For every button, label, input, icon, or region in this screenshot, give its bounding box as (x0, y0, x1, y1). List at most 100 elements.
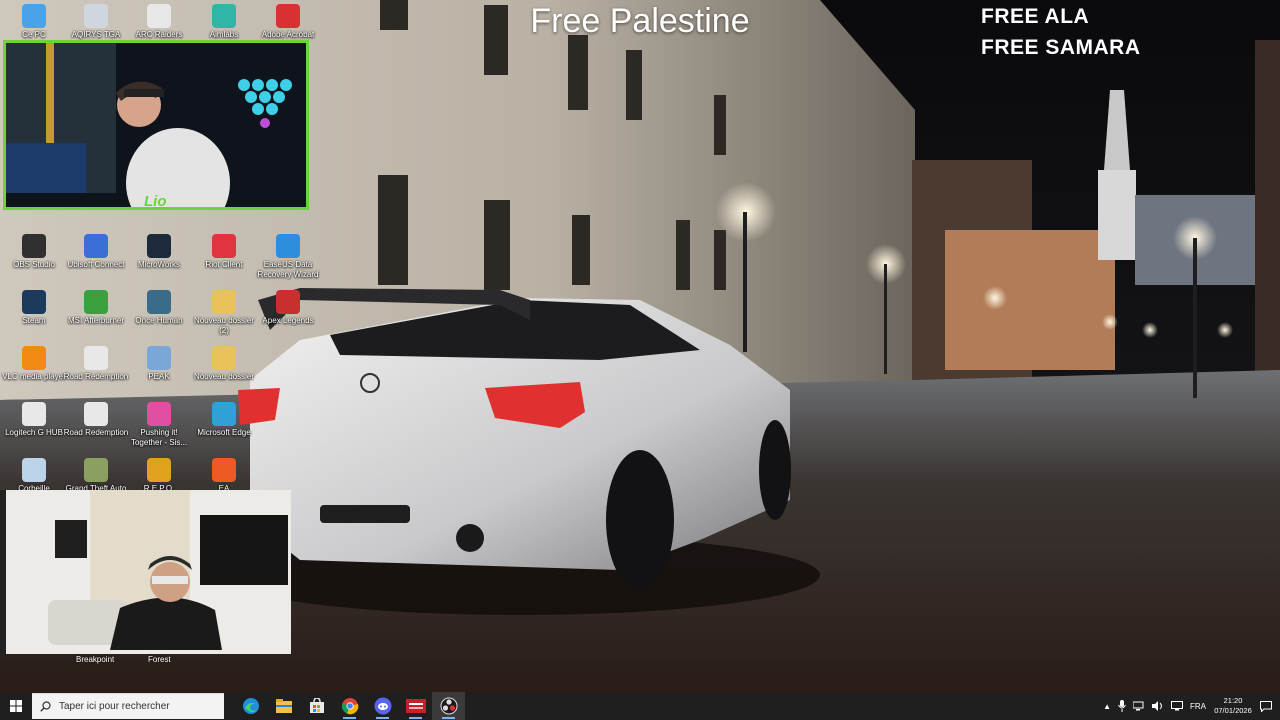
ubisoft-icon (84, 234, 108, 258)
desktop-icon-label: Road Redemption (63, 372, 129, 381)
edge-icon (242, 698, 259, 714)
desktop-icon-label: Ubisoft Connect (67, 260, 125, 269)
desktop-icon-label: Microsoft Edge (197, 428, 251, 437)
peak-icon (147, 346, 171, 370)
desktop-icon-label: Nouveau dossier (193, 372, 255, 381)
desktop-icon[interactable]: Nouveau dossier (2) (190, 290, 258, 336)
overlay-title: Free Palestine (530, 2, 750, 40)
start-button[interactable] (0, 692, 32, 720)
search-icon (40, 701, 51, 712)
desktop-icon[interactable]: Pushing it! Together - Sis... (125, 402, 193, 448)
desktop-icon-label: Adobe Acrobat (261, 30, 315, 39)
obs-icon (440, 697, 457, 715)
folder-icon (212, 346, 236, 370)
taskbar-file-explorer[interactable] (267, 692, 300, 720)
desktop-icon[interactable]: Logitech G HUB (0, 402, 68, 438)
desktop-icon[interactable]: Aimlabs (190, 4, 258, 40)
desktop-icon[interactable]: MSI Afterburner (62, 290, 130, 326)
desktop-icon[interactable]: PEAK (125, 346, 193, 382)
desktop-icon[interactable]: Once Human (125, 290, 193, 326)
apex-icon (276, 290, 300, 314)
desktop-icon-label: Riot Client (205, 260, 243, 269)
desktop-icon-label: ARC Raiders (135, 30, 183, 39)
webcam-bottom: Breakpoint (0, 490, 291, 654)
active-indicator (376, 717, 389, 719)
desktop-icon[interactable]: Nouveau dossier (190, 346, 258, 382)
desktop-icon[interactable]: EA (190, 458, 258, 494)
desktop-icon[interactable]: Microsoft Edge (190, 402, 258, 438)
desktop-icon-label: MSI Afterburner (67, 316, 125, 325)
overlay-free-line-1: FREE ALA (981, 5, 1090, 28)
language-indicator[interactable]: FRA (1190, 702, 1206, 711)
network-icon[interactable] (1133, 701, 1145, 711)
recycle-bin-icon (22, 458, 46, 482)
desktop-icon-label: VLC media player (2, 372, 66, 381)
system-tray: ▲ FRA 21:20 07/01/2026 (1103, 692, 1280, 720)
desktop-icon[interactable]: OBS Studio (0, 234, 68, 270)
desktop-icon[interactable]: Corbeille (0, 458, 68, 494)
once-human-icon (147, 290, 171, 314)
desktop-icon-label: Once Human (135, 316, 183, 325)
acrobat-icon (276, 4, 300, 28)
document-icon (147, 4, 171, 28)
taskbar-recording-app[interactable] (399, 692, 432, 720)
active-indicator (343, 717, 356, 719)
overlay-free-line-2: FREE SAMARA (981, 36, 1141, 59)
desktop-icon[interactable]: Steam (0, 290, 68, 326)
aimlabs-icon (212, 4, 236, 28)
taskbar-edge[interactable] (234, 692, 267, 720)
desktop-icon[interactable]: Adobe Acrobat (254, 4, 322, 40)
desktop-icon[interactable]: MicroWorks (125, 234, 193, 270)
desktop-icon[interactable]: Road Redemption (62, 402, 130, 438)
file-explorer-icon (275, 699, 292, 713)
desktop-icon[interactable]: Grand Theft Auto (62, 458, 130, 494)
desktop-icon-label: MicroWorks (137, 260, 181, 269)
volume-icon[interactable] (1152, 701, 1164, 711)
chrome-icon (341, 698, 358, 715)
desktop-icon-label: Logitech G HUB (5, 428, 63, 437)
microworks-icon (147, 234, 171, 258)
chevron-up-icon[interactable]: ▲ (1103, 702, 1111, 711)
desktop-icon[interactable]: Ce PC (0, 4, 68, 40)
webcam-top-image (6, 43, 306, 207)
microphone-icon[interactable] (1118, 700, 1126, 712)
desktop-icon-label: Apex Legends (262, 316, 314, 325)
windows-icon (10, 700, 22, 712)
desktop-icon-label: Ce PC (22, 30, 46, 39)
desktop-icon-label: Aimlabs (209, 30, 239, 39)
gta-icon (84, 458, 108, 482)
taskbar-discord[interactable] (366, 692, 399, 720)
desktop-icon[interactable]: ARC Raiders (125, 4, 193, 40)
recording-app-icon (405, 699, 426, 713)
desktop-icon-label: Pushing it! Together - Sis... (130, 428, 188, 447)
discord-icon (374, 697, 391, 715)
repo-icon (147, 458, 171, 482)
taskbar-chrome[interactable] (333, 692, 366, 720)
webcam-bottom-label-left: Breakpoint (76, 655, 115, 664)
display-icon[interactable] (1171, 701, 1183, 711)
desktop-icon[interactable]: R.E.P.O. (125, 458, 193, 494)
desktop-icon[interactable]: Road Redemption (62, 346, 130, 382)
desktop-icon-label: Road Redemption (63, 428, 129, 437)
ea-icon (212, 458, 236, 482)
webcam-top: Lio (3, 40, 309, 210)
notification-icon[interactable] (1260, 700, 1272, 712)
taskbar-obs[interactable] (432, 692, 465, 720)
desktop-icon[interactable]: Apex Legends (254, 290, 322, 326)
clock-date: 07/01/2026 (1214, 706, 1252, 715)
desktop-icon-label: Steam (22, 316, 46, 325)
clock[interactable]: 21:20 07/01/2026 (1213, 696, 1253, 716)
webcam-top-tag: Lio (144, 193, 167, 210)
taskbar-store[interactable] (300, 692, 333, 720)
desktop-icon[interactable]: Ubisoft Connect (62, 234, 130, 270)
desktop-icon-label: PEAK (148, 372, 170, 381)
desktop-icon[interactable]: Riot Client (190, 234, 258, 270)
taskbar-search[interactable]: Taper ici pour rechercher (32, 693, 224, 719)
riot-icon (212, 234, 236, 258)
desktop-icon[interactable]: VLC media player (0, 346, 68, 382)
road-redemption-icon (84, 402, 108, 426)
desktop-icon[interactable]: EaseUS Data Recovery Wizard (254, 234, 322, 280)
search-placeholder: Taper ici pour rechercher (59, 701, 170, 712)
webcam-bottom-label-right: Forest (148, 655, 171, 664)
afterburner-icon (84, 290, 108, 314)
